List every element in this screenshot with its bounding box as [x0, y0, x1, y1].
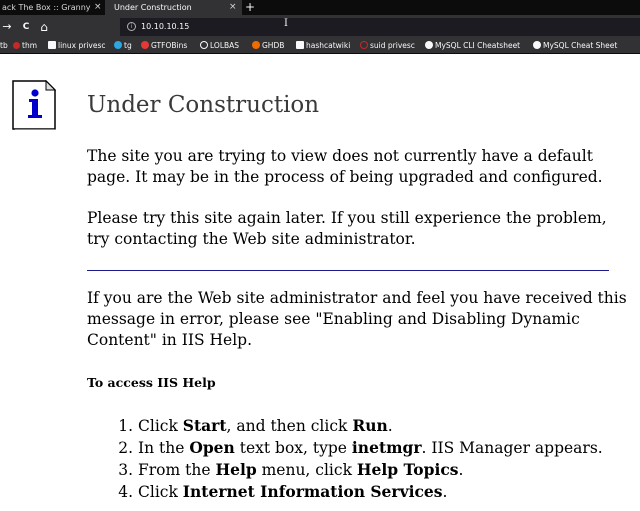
step-text: In the	[138, 439, 190, 457]
list-item: Click Internet Information Services.	[138, 481, 603, 503]
step-text: . IIS Manager appears.	[421, 439, 603, 457]
forward-arrow-icon[interactable]: →	[0, 20, 14, 34]
ghdb-favicon-icon	[252, 41, 260, 49]
wiki-favicon-icon	[296, 41, 304, 49]
page-content: Under Construction The site you are tryi…	[0, 54, 640, 511]
bookmark-linux-privesc[interactable]: linux privesc	[48, 39, 106, 53]
step-text: Click	[138, 483, 183, 501]
step-text: From the	[138, 461, 216, 479]
bookmark-label: hashcatwiki	[306, 41, 351, 50]
tab-title: ack The Box :: Granny	[2, 3, 91, 12]
bookmark-label: thm	[22, 41, 37, 50]
gtfobins-favicon-icon	[141, 41, 149, 49]
step-bold-text: Help	[215, 460, 257, 479]
bookmark-mysql-cheat-sheet[interactable]: MySQL Cheat Sheet	[533, 39, 617, 53]
step-bold-text: Internet Information Services	[182, 482, 443, 501]
list-item: From the Help menu, click Help Topics.	[138, 459, 603, 481]
url-text[interactable]: 10.10.10.15	[141, 18, 189, 36]
bookmark-mysql-cli-cheatsheet[interactable]: MySQL CLI Cheatsheet	[425, 39, 520, 53]
tab-granny[interactable]: ack The Box :: Granny ×	[0, 0, 105, 15]
bookmark-tg[interactable]: tg	[114, 39, 132, 53]
url-bar[interactable]: i 10.10.10.15	[120, 18, 640, 36]
bookmark-label: MySQL CLI Cheatsheet	[435, 41, 521, 50]
globe-icon	[200, 41, 208, 49]
bookmark-suid-privesc[interactable]: suid privesc	[360, 39, 415, 53]
list-item: In the Open text box, type inetmgr. IIS …	[138, 437, 603, 459]
step-text: .	[458, 461, 464, 479]
bookmark-ghdb[interactable]: GHDB	[252, 39, 284, 53]
step-text: .	[387, 417, 393, 435]
github-icon	[425, 41, 433, 49]
administrator-message: If you are the Web site administrator an…	[87, 289, 627, 349]
bookmark-label: GHDB	[262, 41, 285, 50]
bookmark-lolbas[interactable]: LOLBAS	[200, 39, 239, 53]
bookmark-thm[interactable]: thm	[13, 39, 37, 53]
tab-close-icon[interactable]: ×	[229, 0, 237, 15]
page-title: Under Construction	[87, 92, 320, 118]
text-cursor-icon: I	[284, 18, 288, 29]
tab-strip: ack The Box :: Granny × Under Constructi…	[0, 0, 640, 15]
tab-close-icon[interactable]: ×	[94, 0, 102, 15]
bookmark-label: LOLBAS	[210, 41, 240, 50]
step-bold-text: Help Topics	[356, 460, 459, 479]
new-tab-button[interactable]: +	[244, 0, 256, 15]
reload-icon[interactable]: C	[19, 20, 33, 34]
bookmark-tb[interactable]: tb	[0, 39, 8, 53]
bookmark-gtfobins[interactable]: GTFOBins	[141, 39, 187, 53]
github-icon	[533, 41, 541, 49]
step-bold-text: Open	[189, 438, 235, 457]
site-info-icon[interactable]: i	[127, 22, 136, 31]
tab-title: Under Construction	[114, 3, 192, 12]
iis-help-steps: Click Start, and then click Run. In the …	[87, 415, 603, 503]
suid-favicon-icon	[360, 41, 368, 49]
step-text: .	[442, 483, 448, 501]
list-item: Click Start, and then click Run.	[138, 415, 603, 437]
thm-favicon-icon	[13, 42, 20, 49]
bookmark-label: GTFOBins	[151, 41, 188, 50]
bookmark-label: tg	[124, 41, 132, 50]
bookmark-hashcatwiki[interactable]: hashcatwiki	[296, 39, 350, 53]
navigation-bar: → C ⌂ i 10.10.10.15 I	[0, 15, 640, 39]
step-bold-text: inetmgr	[351, 438, 422, 457]
bookmark-label: suid privesc	[370, 41, 415, 50]
step-bold-text: Run	[352, 416, 388, 435]
telegram-icon	[114, 41, 122, 49]
step-text: Click	[138, 417, 183, 435]
step-text: menu, click	[256, 461, 357, 479]
bookmark-label: linux privesc	[58, 41, 106, 50]
info-icon	[12, 80, 56, 130]
bookmark-label: MySQL Cheat Sheet	[543, 41, 618, 50]
try-again-message: Please try this site again later. If you…	[87, 209, 607, 248]
home-icon[interactable]: ⌂	[37, 20, 51, 34]
bookmarks-toolbar: tb thm linux privesc tg GTFOBins LOLBAS …	[0, 39, 640, 54]
page-favicon-icon	[48, 41, 56, 49]
step-bold-text: Start	[182, 416, 227, 435]
tab-under-construction[interactable]: Under Construction ×	[105, 0, 242, 15]
step-text: , and then click	[226, 417, 353, 435]
default-page-message: The site you are trying to view does not…	[87, 147, 603, 186]
divider	[87, 270, 609, 271]
iis-help-heading: To access IIS Help	[87, 375, 216, 390]
bookmark-label: tb	[0, 41, 8, 50]
step-text: text box, type	[234, 439, 352, 457]
